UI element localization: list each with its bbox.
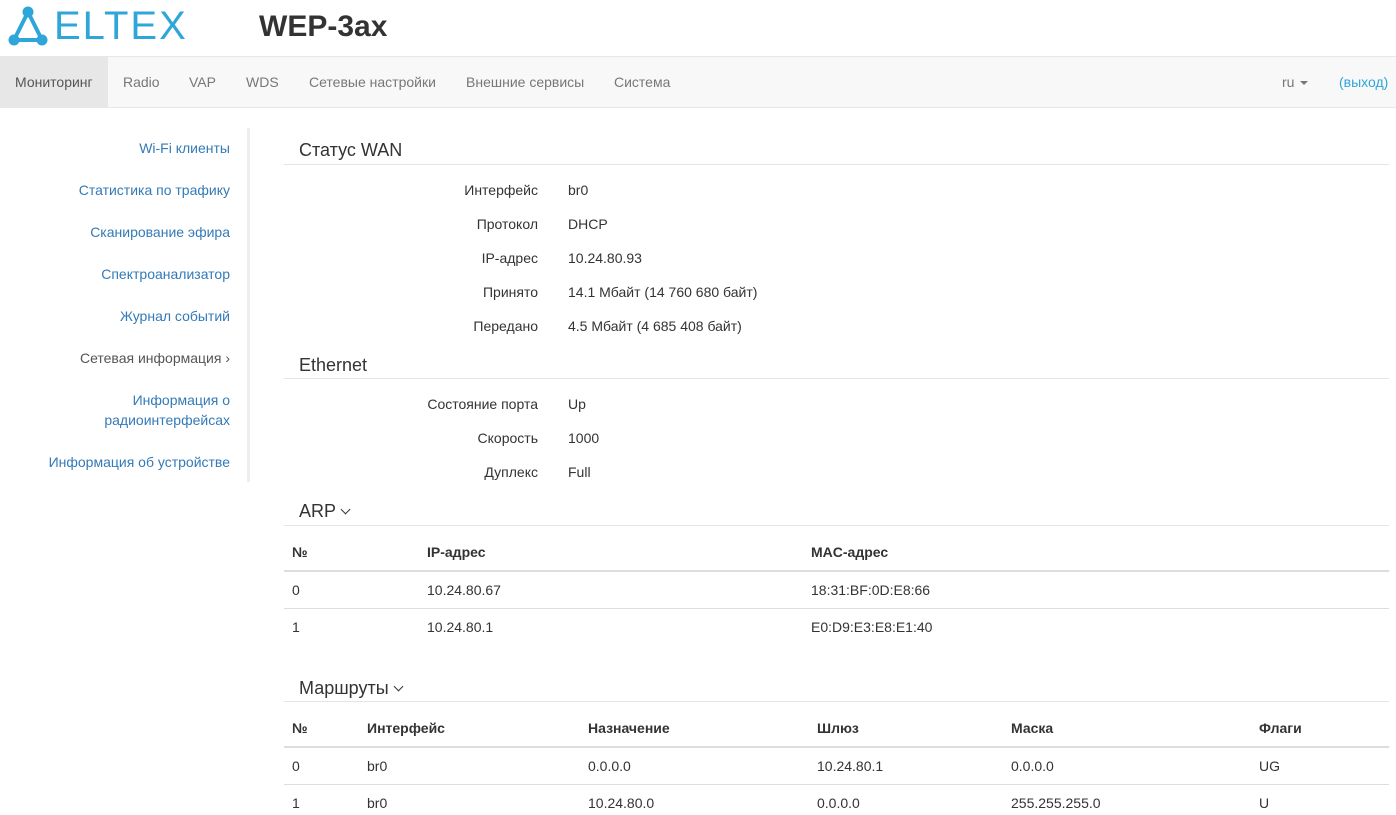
sidebar-item-network-info[interactable]: Сетевая информация ›	[0, 348, 230, 368]
nav-system[interactable]: Система	[599, 57, 685, 107]
arp-cell-ip: 10.24.80.1	[427, 619, 494, 635]
routes-section-title: Маршруты	[299, 678, 389, 698]
arp-header-mac: MAC-адрес	[811, 544, 889, 560]
wan-value-received: 14.1 Мбайт (14 760 680 байт)	[568, 284, 758, 300]
wan-section-divider	[284, 164, 1389, 165]
eltex-logo[interactable]: ELTEX	[6, 6, 188, 46]
wan-label-interface: Интерфейс	[464, 182, 538, 198]
chevron-down-icon	[393, 681, 404, 692]
arp-section-divider	[284, 525, 1389, 526]
sidebar-item-wifi-clients[interactable]: Wi-Fi клиенты	[0, 138, 230, 158]
routes-header-num: №	[292, 720, 308, 736]
sidebar-item-spectrum-analyzer[interactable]: Спектроанализатор	[0, 264, 230, 284]
sidebar-item-radio-info-line2[interactable]: радиоинтерфейсах	[0, 410, 230, 430]
chevron-down-icon	[340, 504, 351, 515]
device-title: WEP-3ax	[259, 10, 388, 43]
nav-wds[interactable]: WDS	[231, 57, 294, 107]
ethernet-label-port-state: Состояние порта	[427, 396, 538, 412]
arp-header-divider	[284, 570, 1389, 572]
arp-section-title: ARP	[299, 501, 337, 521]
arp-row-divider	[284, 608, 1389, 609]
arp-header-ip: IP-адрес	[427, 544, 486, 560]
wan-value-ip: 10.24.80.93	[568, 250, 642, 266]
routes-header-gateway: Шлюз	[817, 720, 859, 736]
ethernet-label-speed: Скорость	[477, 430, 538, 446]
sidebar-item-radio-info-line1[interactable]: Информация о	[0, 390, 230, 410]
arp-cell-mac: 18:31:BF:0D:E8:66	[811, 582, 931, 598]
routes-cell-mask: 0.0.0.0	[1011, 758, 1054, 774]
wan-label-received: Принято	[482, 284, 538, 300]
language-label: ru	[1282, 74, 1295, 90]
nav-radio[interactable]: Radio	[108, 57, 175, 107]
routes-cell-mask: 255.255.255.0	[1011, 795, 1101, 811]
logout-link[interactable]: (выход)	[1339, 57, 1388, 107]
wan-value-sent: 4.5 Мбайт (4 685 408 байт)	[568, 318, 742, 334]
wan-value-interface: br0	[568, 182, 589, 198]
ethernet-value-port-state: Up	[568, 396, 586, 412]
routes-header-divider	[284, 746, 1389, 748]
nav-network-settings[interactable]: Сетевые настройки	[294, 57, 451, 107]
routes-cell-gateway: 0.0.0.0	[817, 795, 860, 811]
routes-row-divider	[284, 784, 1389, 785]
routes-header-destination: Назначение	[588, 720, 670, 736]
routes-header-mask: Маска	[1011, 720, 1054, 736]
routes-cell-interface: br0	[367, 758, 388, 774]
routes-section-toggle[interactable]: Маршруты	[299, 677, 404, 699]
sidebar: Wi-Fi клиенты Статистика по трафику Скан…	[0, 128, 250, 482]
arp-cell-num: 1	[292, 619, 300, 635]
wan-label-sent: Передано	[473, 318, 538, 334]
routes-cell-flags: U	[1259, 795, 1270, 811]
ethernet-section-divider	[284, 378, 1389, 379]
routes-header-interface: Интерфейс	[367, 720, 445, 736]
sidebar-item-air-scan[interactable]: Сканирование эфира	[0, 222, 230, 242]
language-dropdown[interactable]: ru	[1282, 57, 1309, 107]
eltex-logo-mark-icon	[8, 6, 48, 46]
nav-external-services[interactable]: Внешние сервисы	[451, 57, 599, 107]
sidebar-item-device-info[interactable]: Информация об устройстве	[0, 452, 230, 472]
ethernet-value-speed: 1000	[568, 430, 600, 446]
brand-name: ELTEX	[54, 4, 188, 48]
wan-label-ip: IP-адрес	[481, 250, 538, 266]
wan-label-protocol: Протокол	[476, 216, 538, 232]
top-navbar: Мониторинг Radio VAP WDS Сетевые настрой…	[0, 56, 1396, 108]
caret-down-icon	[1300, 81, 1309, 86]
routes-cell-destination: 10.24.80.0	[588, 795, 655, 811]
routes-cell-gateway: 10.24.80.1	[817, 758, 884, 774]
wan-value-protocol: DHCP	[568, 216, 608, 232]
arp-cell-ip: 10.24.80.67	[427, 582, 501, 598]
nav-vap[interactable]: VAP	[174, 57, 231, 107]
sidebar-item-traffic-stats[interactable]: Статистика по трафику	[0, 180, 230, 200]
ethernet-label-duplex: Дуплекс	[484, 464, 538, 480]
routes-cell-num: 1	[292, 795, 300, 811]
ethernet-section-title: Ethernet	[299, 355, 368, 375]
routes-cell-interface: br0	[367, 795, 388, 811]
arp-section-toggle[interactable]: ARP	[299, 500, 351, 522]
arp-cell-mac: E0:D9:E3:E8:E1:40	[811, 619, 933, 635]
routes-cell-flags: UG	[1259, 758, 1280, 774]
routes-section-divider	[284, 701, 1389, 702]
ethernet-value-duplex: Full	[568, 464, 591, 480]
nav-monitoring[interactable]: Мониторинг	[0, 57, 108, 107]
wan-section-title: Статус WAN	[299, 140, 403, 160]
arp-header-num: №	[292, 544, 308, 560]
routes-header-flags: Флаги	[1259, 720, 1302, 736]
arp-cell-num: 0	[292, 582, 300, 598]
routes-cell-num: 0	[292, 758, 300, 774]
routes-cell-destination: 0.0.0.0	[588, 758, 631, 774]
header: ELTEX WEP-3ax	[0, 0, 1396, 56]
sidebar-item-event-log[interactable]: Журнал событий	[0, 306, 230, 326]
